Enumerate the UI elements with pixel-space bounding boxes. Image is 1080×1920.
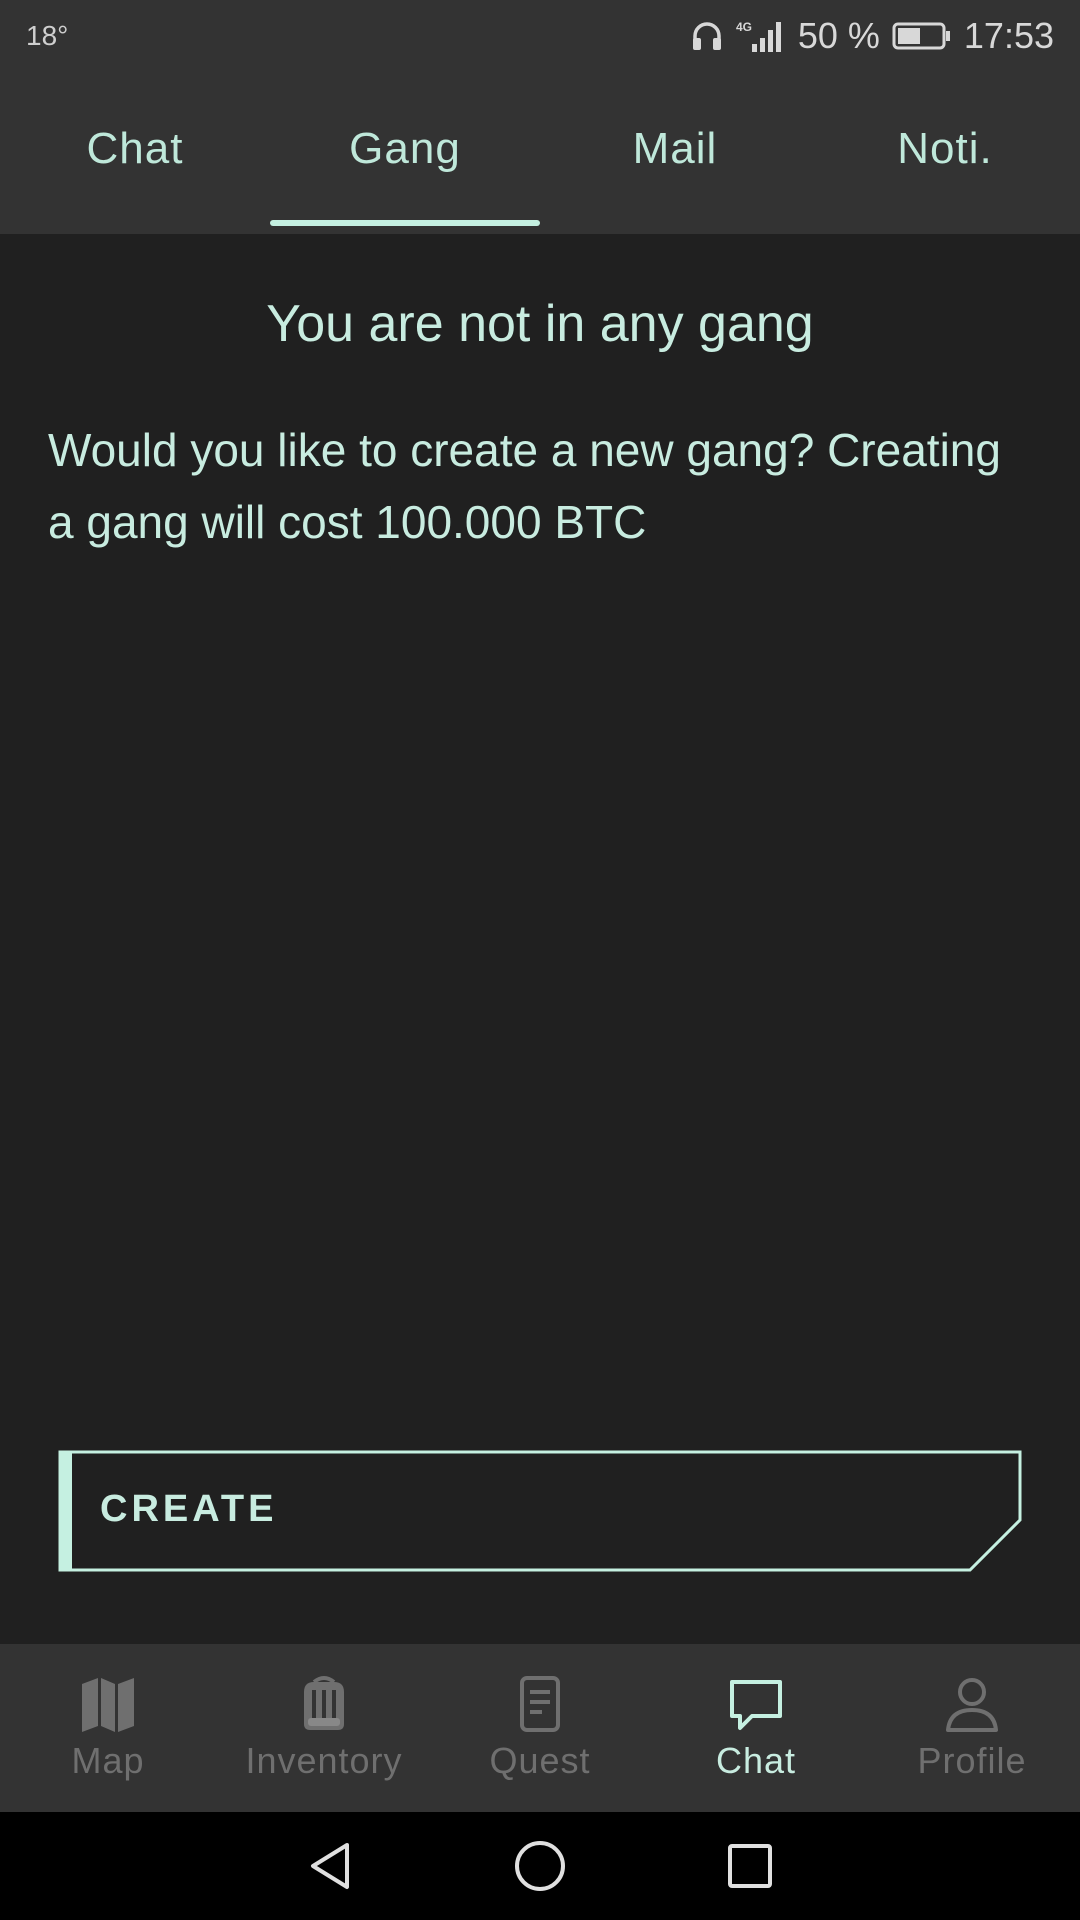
chat-bubble-icon xyxy=(730,1680,782,1730)
network-type-text: 4G xyxy=(736,20,752,34)
nav-inventory-label: Inventory xyxy=(245,1740,403,1781)
app-root: 18° 4G 50 % 17:53 Chat Gang Mail Noti. Y… xyxy=(0,0,1080,1920)
nav-map-label: Map xyxy=(71,1740,145,1781)
tab-mail-label: Mail xyxy=(632,124,718,173)
tab-gang-label: Gang xyxy=(349,124,461,173)
status-icons: 4G 50 % 17:53 xyxy=(690,14,1054,58)
tab-chat[interactable]: Chat xyxy=(0,72,270,234)
tab-chat-label: Chat xyxy=(86,124,184,173)
map-icon xyxy=(82,1678,134,1732)
nav-profile[interactable]: Profile xyxy=(864,1644,1080,1812)
clock-text: 17:53 xyxy=(963,15,1054,56)
tab-gang[interactable]: Gang xyxy=(270,72,540,234)
temperature-text: 18° xyxy=(26,20,69,51)
nav-profile-label: Profile xyxy=(917,1740,1027,1781)
top-tab-bar: Chat Gang Mail Noti. xyxy=(0,72,1080,234)
create-gang-button[interactable]: CREATE xyxy=(58,1450,1022,1574)
nav-quest[interactable]: Quest xyxy=(432,1644,648,1812)
back-triangle-icon xyxy=(311,1843,349,1889)
battery-percent-text: 50 % xyxy=(797,15,880,56)
page-title: You are not in any gang xyxy=(266,295,814,353)
nav-inventory[interactable]: Inventory xyxy=(216,1644,432,1812)
battery-icon xyxy=(892,21,952,51)
create-gang-description: Would you like to create a new gang? Cre… xyxy=(48,424,1001,548)
recents-button[interactable] xyxy=(720,1836,780,1896)
tab-notifications-label: Noti. xyxy=(897,124,993,173)
person-icon xyxy=(946,1678,998,1732)
home-circle-icon xyxy=(515,1841,565,1891)
system-navigation-bar xyxy=(0,1812,1080,1920)
backpack-icon xyxy=(304,1676,344,1730)
recents-square-icon xyxy=(728,1844,772,1888)
document-icon xyxy=(520,1676,560,1732)
home-button[interactable] xyxy=(510,1836,570,1896)
tab-mail[interactable]: Mail xyxy=(540,72,810,234)
back-button[interactable] xyxy=(300,1836,360,1896)
headset-icon xyxy=(690,19,724,53)
create-button-label: CREATE xyxy=(100,1488,278,1530)
tab-notifications[interactable]: Noti. xyxy=(810,72,1080,234)
nav-quest-label: Quest xyxy=(489,1740,591,1781)
nav-map[interactable]: Map xyxy=(0,1644,216,1812)
nav-chat-label: Chat xyxy=(715,1740,797,1781)
nav-chat[interactable]: Chat xyxy=(648,1644,864,1812)
gang-panel: You are not in any gang Would you like t… xyxy=(0,234,1080,1644)
bottom-navigation: Map Inventory Quest Chat Profile xyxy=(0,1644,1080,1812)
signal-icon: 4G xyxy=(736,18,786,54)
status-bar: 18° 4G 50 % 17:53 xyxy=(0,0,1080,72)
